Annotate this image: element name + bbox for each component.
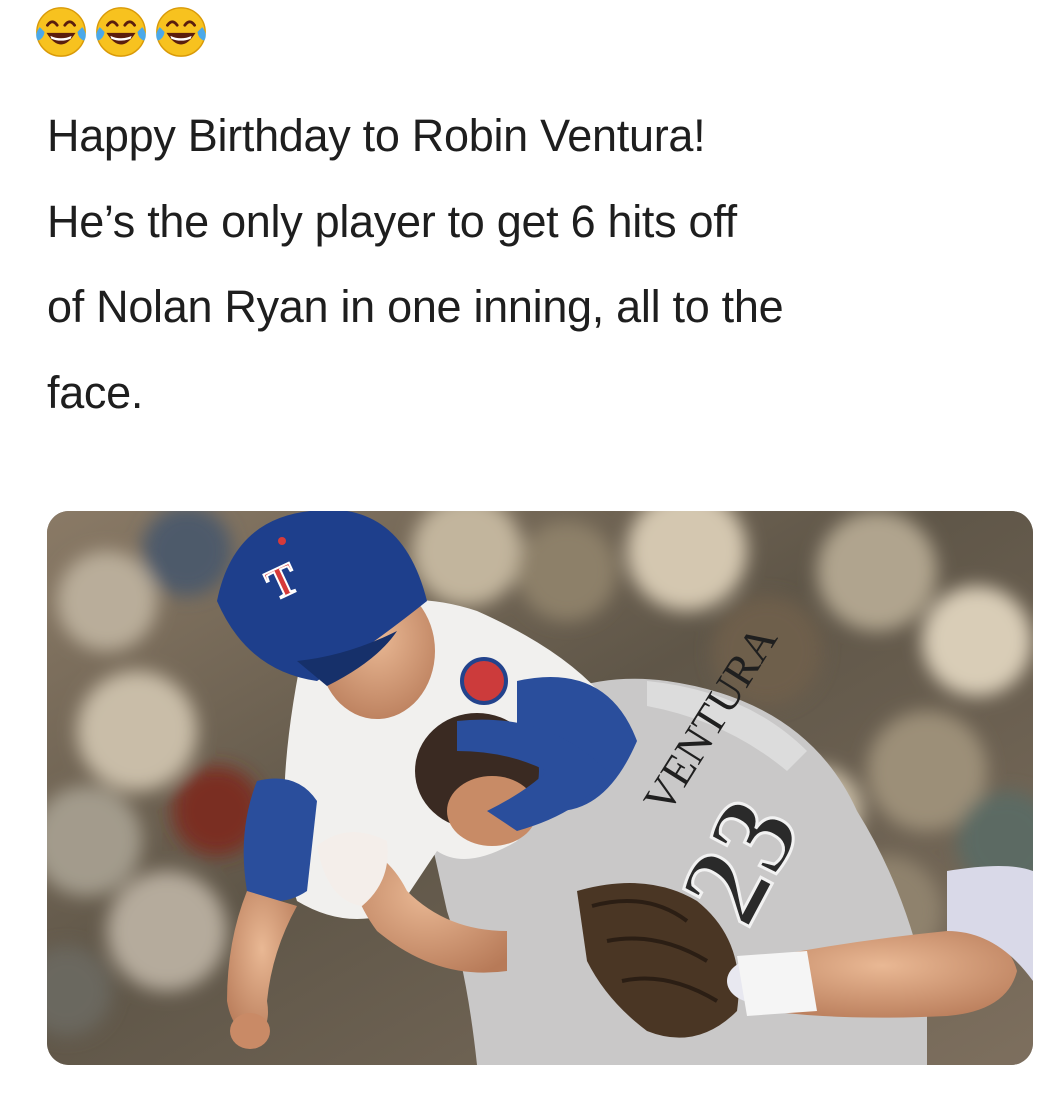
caption-line: He’s the only player to get 6 hits off [47,195,737,247]
photo-illustration: VENTURA 23 T [47,511,1033,1065]
face-with-tears-of-joy-icon [36,7,86,57]
face-with-tears-of-joy-icon [96,7,146,57]
wristband [737,951,817,1016]
ryan-sleeve-left [243,778,317,901]
baseball-fight-photo: VENTURA 23 T [47,511,1033,1065]
face-with-tears-of-joy-icon [156,7,206,57]
post-caption: Happy Birthday to Robin Ventura! He’s th… [47,93,1032,435]
ryan-fist [230,1013,270,1049]
caption-line: Happy Birthday to Robin Ventura! [47,110,706,161]
caption-line: of Nolan Ryan in one inning, all to the [47,281,784,332]
emoji-row [32,2,210,62]
rangers-patch [460,657,508,705]
caption-line: face. [47,366,144,418]
